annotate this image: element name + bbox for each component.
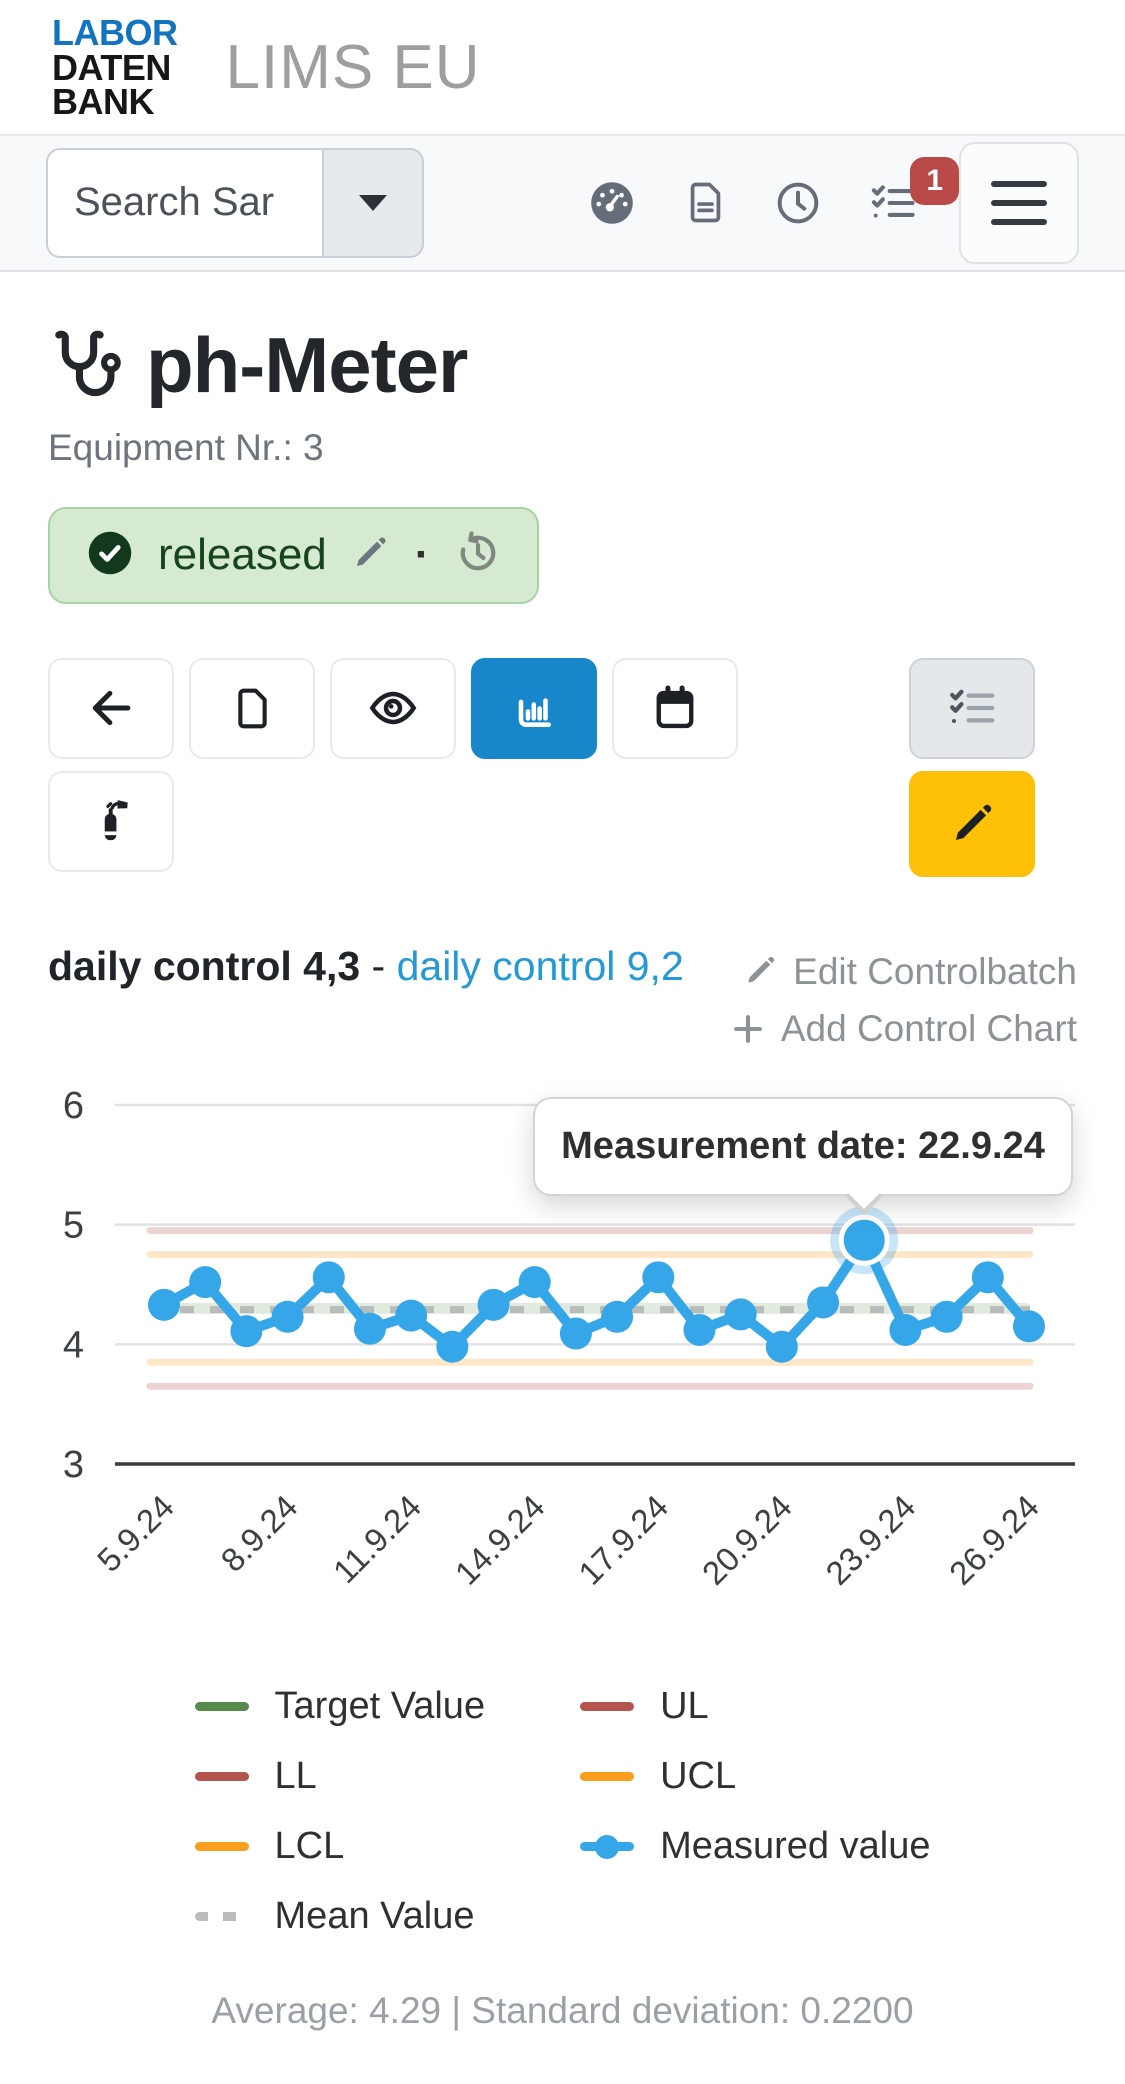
svg-text:26.9.24: 26.9.24 bbox=[942, 1488, 1046, 1592]
status-badge: released · bbox=[48, 507, 539, 604]
svg-text:20.9.24: 20.9.24 bbox=[695, 1488, 799, 1592]
dot-separator: · bbox=[413, 530, 432, 580]
legend-label: Mean Value bbox=[275, 1895, 475, 1938]
page-title-row: ph-Meter bbox=[48, 320, 1077, 411]
app-title: LIMS EU bbox=[226, 32, 481, 103]
status-label: released bbox=[158, 530, 327, 580]
svg-text:4: 4 bbox=[63, 1325, 84, 1367]
equipment-number: Equipment Nr.: 3 bbox=[48, 427, 1077, 469]
legend-item[interactable]: LCL bbox=[195, 1825, 486, 1868]
checklist-button[interactable] bbox=[909, 658, 1035, 759]
legend-swatch-ul_ll bbox=[195, 1772, 249, 1781]
plus-icon bbox=[729, 1010, 767, 1048]
page-title: ph-Meter bbox=[146, 320, 467, 411]
legend-label: LL bbox=[275, 1755, 317, 1798]
add-control-chart-link[interactable]: Add Control Chart bbox=[729, 1000, 1077, 1057]
action-buttons bbox=[48, 658, 1077, 877]
svg-text:11.9.24: 11.9.24 bbox=[326, 1488, 428, 1590]
legend-item[interactable]: Measured value bbox=[580, 1825, 930, 1868]
chart-legend: Target Value LL LCL Mean Value UL UCL Measured… bbox=[48, 1685, 1077, 1938]
fire-extinguisher-icon bbox=[86, 796, 136, 846]
main-content: ph-Meter Equipment Nr.: 3 released · bbox=[0, 320, 1125, 2033]
calendar-icon bbox=[650, 683, 700, 733]
app-header: LABOR DATEN BANK LIMS EU bbox=[0, 0, 1125, 134]
controlbatch-link[interactable]: daily control 9,2 bbox=[397, 943, 684, 989]
pencil-icon bbox=[741, 952, 779, 990]
legend-item[interactable]: UL bbox=[580, 1685, 930, 1728]
menu-icon bbox=[991, 181, 1047, 187]
legend-swatch-mean bbox=[195, 1912, 249, 1921]
legend-swatch-target bbox=[195, 1702, 249, 1711]
speedometer-icon[interactable] bbox=[586, 177, 638, 229]
caret-down-icon bbox=[359, 195, 387, 211]
document-button[interactable] bbox=[189, 658, 315, 759]
bar-chart-icon bbox=[508, 682, 560, 734]
legend-swatch-ul_ll bbox=[580, 1702, 634, 1711]
check-circle-icon bbox=[84, 527, 136, 584]
notification-badge: 1 bbox=[910, 157, 959, 205]
clock-icon[interactable] bbox=[773, 178, 823, 228]
file-text-icon[interactable] bbox=[682, 179, 729, 226]
eye-icon bbox=[366, 681, 420, 735]
legend-label: LCL bbox=[275, 1825, 345, 1868]
svg-text:6: 6 bbox=[63, 1085, 84, 1127]
chart-tooltip: Measurement date: 22.9.24 bbox=[533, 1097, 1073, 1196]
fire-extinguisher-button[interactable] bbox=[48, 771, 174, 872]
history-icon[interactable] bbox=[453, 528, 503, 583]
arrow-left-icon bbox=[84, 681, 138, 735]
edit-status-pencil-icon[interactable] bbox=[349, 532, 391, 579]
labordatenbank-logo[interactable]: LABOR DATEN BANK bbox=[52, 16, 178, 120]
chart-statistics: Average: 4.29 | Standard deviation: 0.22… bbox=[48, 1990, 1077, 2032]
pencil-icon bbox=[946, 798, 998, 850]
search-group bbox=[46, 148, 424, 258]
toolbar: 1 bbox=[0, 134, 1125, 272]
svg-text:17.9.24: 17.9.24 bbox=[571, 1488, 675, 1592]
logo-line: BANK bbox=[52, 85, 178, 120]
legend-label: UL bbox=[660, 1685, 709, 1728]
legend-swatch-ucl_lcl bbox=[580, 1772, 634, 1781]
logo-line: DATEN bbox=[52, 51, 178, 86]
control-chart: 3 4 5 6 5.9.24 8.9.2411.9.2414.9.2417.9.2420.… bbox=[0, 1071, 1125, 1663]
search-scope-dropdown[interactable] bbox=[322, 148, 424, 258]
legend-item[interactable]: LL bbox=[195, 1755, 486, 1798]
svg-text:8.9.24: 8.9.24 bbox=[213, 1488, 304, 1579]
controlbatch-actions: Edit Controlbatch Add Control Chart bbox=[729, 943, 1077, 1058]
legend-item[interactable]: UCL bbox=[580, 1755, 930, 1798]
logo-line: LABOR bbox=[52, 16, 178, 51]
legend-swatch-measured bbox=[580, 1842, 634, 1851]
legend-label: Target Value bbox=[275, 1685, 486, 1728]
svg-text:23.9.24: 23.9.24 bbox=[818, 1488, 922, 1592]
edit-controlbatch-link[interactable]: Edit Controlbatch bbox=[729, 943, 1077, 1000]
file-icon bbox=[229, 685, 276, 732]
stethoscope-icon bbox=[48, 326, 122, 405]
search-input[interactable] bbox=[46, 148, 322, 258]
controlbatch-current: daily control 4,3 bbox=[48, 943, 360, 989]
svg-text:5: 5 bbox=[63, 1205, 84, 1247]
calendar-button[interactable] bbox=[612, 658, 738, 759]
back-button[interactable] bbox=[48, 658, 174, 759]
hamburger-menu-button[interactable] bbox=[959, 142, 1079, 264]
toolbar-icons: 1 bbox=[586, 177, 919, 229]
controlbatch-header: daily control 4,3 - daily control 9,2 Ed… bbox=[48, 943, 1077, 1058]
legend-label: UCL bbox=[660, 1755, 736, 1798]
task-list-button[interactable]: 1 bbox=[867, 177, 919, 229]
view-button[interactable] bbox=[330, 658, 456, 759]
svg-text:3: 3 bbox=[63, 1444, 84, 1486]
legend-swatch-ucl_lcl bbox=[195, 1842, 249, 1851]
svg-text:14.9.24: 14.9.24 bbox=[448, 1488, 552, 1592]
legend-item[interactable]: Target Value bbox=[195, 1685, 486, 1728]
legend-item[interactable]: Mean Value bbox=[195, 1895, 486, 1938]
controlbatch-title: daily control 4,3 - daily control 9,2 bbox=[48, 943, 684, 990]
control-chart-button[interactable] bbox=[471, 658, 597, 759]
list-check-icon bbox=[945, 681, 999, 735]
svg-text:5.9.24: 5.9.24 bbox=[90, 1488, 181, 1579]
legend-label: Measured value bbox=[660, 1825, 930, 1868]
edit-button[interactable] bbox=[909, 771, 1035, 877]
